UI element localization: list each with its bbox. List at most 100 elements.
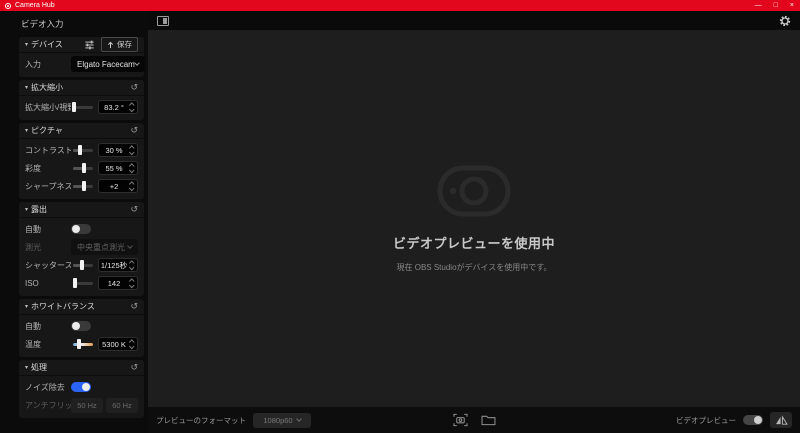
- reset-icon[interactable]: ↺: [130, 83, 138, 92]
- reset-icon[interactable]: ↺: [130, 126, 138, 135]
- bottom-toolbar: プレビューのフォーマット 1080p60 ビデオプレビュー: [148, 407, 800, 433]
- fov-label: 拡大縮小/視野: [25, 102, 71, 112]
- collapse-triangle-icon[interactable]: ▾: [25, 127, 28, 134]
- snapshot-camera-icon[interactable]: [452, 413, 468, 427]
- shutter-slider[interactable]: [73, 260, 93, 270]
- temperature-value-box[interactable]: 5300 K: [98, 337, 138, 351]
- sharpness-label: シャープネス: [25, 181, 71, 191]
- collapse-triangle-icon[interactable]: ▾: [25, 364, 28, 371]
- anti-flicker-label: アンチフリッカー: [25, 400, 71, 410]
- temperature-slider[interactable]: [73, 339, 93, 349]
- iso-value-box[interactable]: 142: [98, 276, 138, 290]
- gear-icon[interactable]: [779, 15, 791, 27]
- stepper-icon[interactable]: [128, 338, 135, 350]
- sidebar-title: ビデオ入力: [21, 19, 64, 29]
- white-balance-section-title: ホワイトバランス: [31, 302, 95, 311]
- preview-status-subtitle: 現在 OBS Studioがデバイスを使用中です。: [396, 262, 552, 272]
- iso-row: ISO 142: [25, 276, 138, 290]
- maximize-button[interactable]: □: [774, 2, 778, 9]
- sharpness-slider[interactable]: [73, 181, 93, 191]
- flicker-50hz-button[interactable]: 50 Hz: [71, 397, 103, 413]
- collapse-triangle-icon[interactable]: ▾: [25, 41, 28, 48]
- collapse-triangle-icon[interactable]: ▾: [25, 84, 28, 91]
- fov-slider[interactable]: [72, 102, 93, 112]
- input-label: 入力: [25, 59, 41, 69]
- contrast-value-box[interactable]: 30 %: [98, 143, 138, 157]
- camera-hub-window: Camera Hub — □ × ビデオ入力 ▾ デバイス 保存 入力 Elga…: [0, 0, 800, 433]
- noise-removal-toggle[interactable]: [71, 382, 91, 392]
- saturation-slider[interactable]: [73, 163, 93, 173]
- exposure-auto-row: 自動: [25, 222, 138, 236]
- noise-removal-label: ノイズ除去: [25, 382, 65, 392]
- metering-value: 中央重点測光: [77, 242, 125, 252]
- processing-section: ▾ 処理 ↺ ノイズ除去 アンチフリッカー 50 Hz 60 Hz: [19, 360, 144, 418]
- fov-value-box[interactable]: 83.2 °: [98, 100, 138, 114]
- main-top-bar: [148, 11, 800, 30]
- stepper-icon[interactable]: [128, 162, 135, 174]
- white-balance-section-header: ▾ ホワイトバランス ↺: [19, 299, 144, 315]
- white-balance-section: ▾ ホワイトバランス ↺ 自動 温度 5300 K: [19, 299, 144, 357]
- save-button[interactable]: 保存: [101, 37, 138, 52]
- format-select[interactable]: 1080p60: [253, 412, 311, 428]
- webcam-ghost-icon: [437, 165, 511, 216]
- panel-layout-icon[interactable]: [157, 15, 169, 26]
- stepper-icon[interactable]: [128, 277, 135, 289]
- media-folder-icon[interactable]: [481, 414, 496, 426]
- video-preview-toggle[interactable]: [743, 415, 763, 425]
- reset-icon[interactable]: ↺: [130, 363, 138, 372]
- metering-select[interactable]: 中央重点測光: [71, 239, 138, 255]
- save-arrow-icon: [107, 41, 114, 48]
- format-value: 1080p60: [263, 415, 293, 425]
- exposure-auto-label: 自動: [25, 224, 41, 234]
- zoom-section-title: 拡大縮小: [31, 83, 64, 92]
- preset-sliders-icon[interactable]: [84, 40, 95, 50]
- sidebar: ビデオ入力 ▾ デバイス 保存 入力 Elgato Facecam ▾ 拡大縮小…: [0, 11, 148, 433]
- stepper-icon[interactable]: [128, 101, 135, 113]
- picture-section: ▾ ピクチャ ↺ コントラスト 30 % 彩度 55 % シャープネス +2: [19, 123, 144, 199]
- device-header-icons: 保存: [84, 37, 138, 52]
- input-device-select[interactable]: Elgato Facecam: [71, 56, 145, 72]
- exposure-auto-toggle[interactable]: [71, 224, 91, 234]
- bottom-right-zone: ビデオプレビュー: [496, 412, 792, 428]
- flicker-60hz-button[interactable]: 60 Hz: [106, 397, 138, 413]
- app-logo-icon: [5, 2, 11, 9]
- chevron-down-icon: [127, 243, 133, 249]
- wb-auto-toggle[interactable]: [71, 321, 91, 331]
- sharpness-value: +2: [109, 181, 119, 191]
- collapse-triangle-icon[interactable]: ▾: [25, 206, 28, 213]
- sharpness-value-box[interactable]: +2: [98, 179, 138, 193]
- iso-slider[interactable]: [73, 278, 93, 288]
- flip-horizontal-button[interactable]: [770, 412, 792, 428]
- shutter-value-box[interactable]: 1/125秒: [98, 258, 138, 272]
- input-device-row: 入力 Elgato Facecam: [25, 56, 145, 72]
- minimize-button[interactable]: —: [755, 2, 762, 9]
- zoom-section: ▾ 拡大縮小 ↺ 拡大縮小/視野 83.2 °: [19, 80, 144, 120]
- stepper-icon[interactable]: [128, 180, 135, 192]
- saturation-label: 彩度: [25, 163, 41, 173]
- device-section-header: ▾ デバイス 保存: [19, 37, 144, 53]
- close-button[interactable]: ×: [790, 2, 794, 9]
- metering-label: 測光: [25, 242, 41, 252]
- window-controls: — □ ×: [755, 2, 794, 9]
- stepper-icon[interactable]: [128, 259, 135, 271]
- wb-auto-label: 自動: [25, 321, 41, 331]
- contrast-row: コントラスト 30 %: [25, 143, 138, 157]
- saturation-value: 55 %: [105, 163, 123, 173]
- device-section-title: デバイス: [31, 40, 63, 49]
- temperature-label: 温度: [25, 339, 41, 349]
- collapse-triangle-icon[interactable]: ▾: [25, 303, 28, 310]
- wb-auto-row: 自動: [25, 319, 138, 333]
- flip-horizontal-icon: [775, 414, 788, 425]
- main-area: ビデオプレビューを使用中 現在 OBS Studioがデバイスを使用中です。 プ…: [148, 11, 800, 433]
- anti-flicker-row: アンチフリッカー 50 Hz 60 Hz: [25, 397, 138, 413]
- titlebar: Camera Hub — □ ×: [0, 0, 800, 11]
- saturation-value-box[interactable]: 55 %: [98, 161, 138, 175]
- reset-icon[interactable]: ↺: [130, 205, 138, 214]
- format-label: プレビューのフォーマット: [156, 415, 246, 425]
- saturation-row: 彩度 55 %: [25, 161, 138, 175]
- stepper-icon[interactable]: [128, 144, 135, 156]
- reset-icon[interactable]: ↺: [130, 302, 138, 311]
- contrast-slider[interactable]: [73, 145, 93, 155]
- bottom-left-zone: プレビューのフォーマット 1080p60: [156, 412, 453, 428]
- temperature-row: 温度 5300 K: [25, 337, 138, 351]
